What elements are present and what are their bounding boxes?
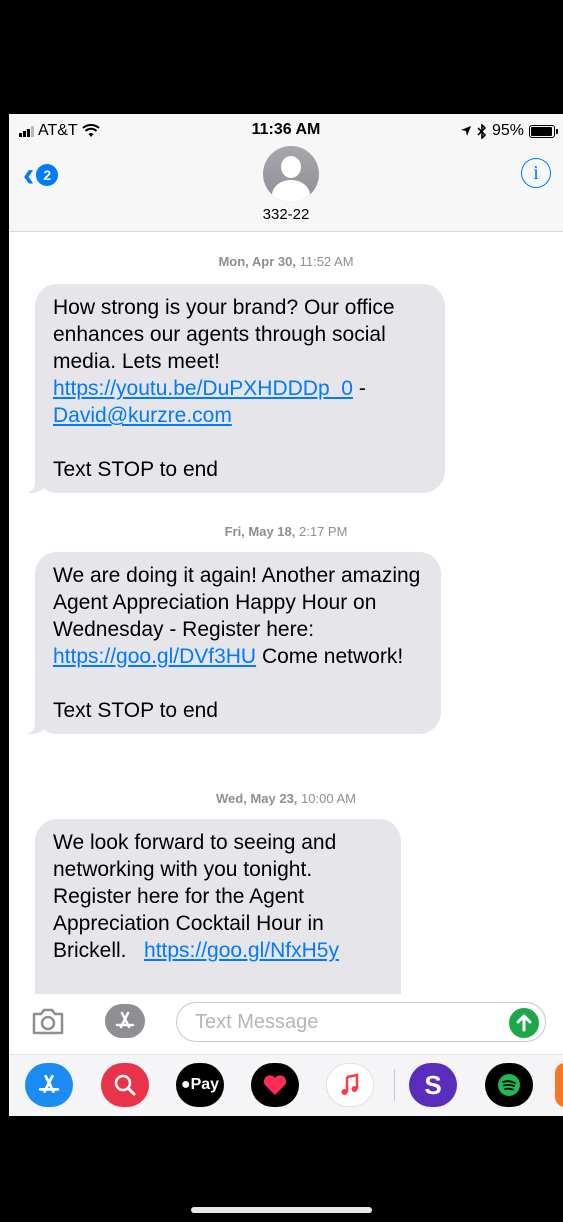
search-images-icon[interactable] xyxy=(101,1063,149,1107)
battery-percent: 95% xyxy=(491,122,524,139)
app-store-button[interactable] xyxy=(105,1004,145,1038)
heart-icon[interactable] xyxy=(251,1063,299,1107)
send-button[interactable] xyxy=(509,1008,539,1038)
timestamp-day: Mon, Apr 30, xyxy=(218,254,296,269)
music-icon[interactable] xyxy=(326,1063,374,1107)
message-link[interactable]: https://goo.gl/DVf3HU xyxy=(53,645,256,668)
contact-avatar[interactable] xyxy=(263,146,319,202)
message-text: - xyxy=(353,377,366,400)
unread-badge: 2 xyxy=(36,164,59,186)
bluetooth-icon xyxy=(477,123,487,139)
chevron-left-icon: ‹ xyxy=(23,156,35,194)
message-link[interactable]: https://goo.gl/NfxH5y xyxy=(144,939,339,962)
timestamp-time: 10:00 AM xyxy=(301,791,356,806)
timestamp: Mon, Apr 30, 11:52 AM xyxy=(9,254,563,269)
timestamp-time: 2:17 PM xyxy=(299,524,348,539)
bubble-tail xyxy=(22,473,48,493)
partial-app-icon[interactable] xyxy=(555,1063,563,1107)
apple-pay-icon[interactable]: ● Pay xyxy=(176,1063,224,1107)
timestamp-day: Wed, May 23, xyxy=(216,791,298,806)
message-bubble[interactable]: We look forward to seeing and networking… xyxy=(35,819,401,1009)
compose-bar xyxy=(9,994,563,1052)
app-store-icon[interactable] xyxy=(25,1063,73,1107)
email-link[interactable]: David@kurzre.com xyxy=(53,404,232,427)
messages-screen: AT&T 11:36 AM 95% ‹ 2 332-22 i Mon, Apr … xyxy=(9,114,563,1116)
contact-name[interactable]: 332-22 xyxy=(9,206,563,223)
spotify-icon[interactable] xyxy=(485,1063,533,1107)
s-app-icon[interactable]: S xyxy=(409,1063,457,1107)
message-link[interactable]: https://youtu.be/DuPXHDDDp_0 xyxy=(53,377,353,400)
timestamp: Wed, May 23, 10:00 AM xyxy=(9,791,563,806)
app-store-icon xyxy=(115,1011,135,1029)
stop-notice: Text STOP to end xyxy=(53,458,218,481)
home-indicator[interactable] xyxy=(191,1207,372,1213)
timestamp-day: Fri, May 18, xyxy=(224,524,296,539)
timestamp: Fri, May 18, 2:17 PM xyxy=(9,524,563,539)
camera-icon[interactable] xyxy=(31,1007,65,1035)
app-drawer: ● Pay S xyxy=(9,1054,563,1116)
status-bar: AT&T 11:36 AM 95% xyxy=(9,114,563,146)
location-icon xyxy=(460,126,471,136)
message-text: Come network! xyxy=(256,645,404,668)
bubble-tail xyxy=(22,714,48,734)
timestamp-time: 11:52 AM xyxy=(299,254,354,269)
back-button[interactable]: ‹ 2 xyxy=(23,156,59,194)
message-field[interactable] xyxy=(176,1002,546,1042)
stop-notice: Text STOP to end xyxy=(53,699,218,722)
apple-pay-label: Pay xyxy=(190,1076,220,1093)
info-icon: i xyxy=(533,161,539,184)
apple-logo: ● xyxy=(180,1076,191,1093)
battery-icon xyxy=(529,124,558,138)
info-button[interactable]: i xyxy=(521,158,551,188)
message-input[interactable] xyxy=(195,1003,495,1041)
conversation-header: ‹ 2 332-22 i xyxy=(9,146,563,232)
message-bubble[interactable]: How strong is your brand? Our office enh… xyxy=(22,284,445,493)
arrow-up-icon xyxy=(516,1014,532,1032)
message-text: We are doing it again! Another amazing A… xyxy=(53,564,421,641)
status-right: 95% xyxy=(460,122,558,140)
message-bubble[interactable]: We are doing it again! Another amazing A… xyxy=(22,552,441,734)
drawer-divider xyxy=(394,1069,395,1101)
message-text: How strong is your brand? Our office enh… xyxy=(53,296,395,373)
